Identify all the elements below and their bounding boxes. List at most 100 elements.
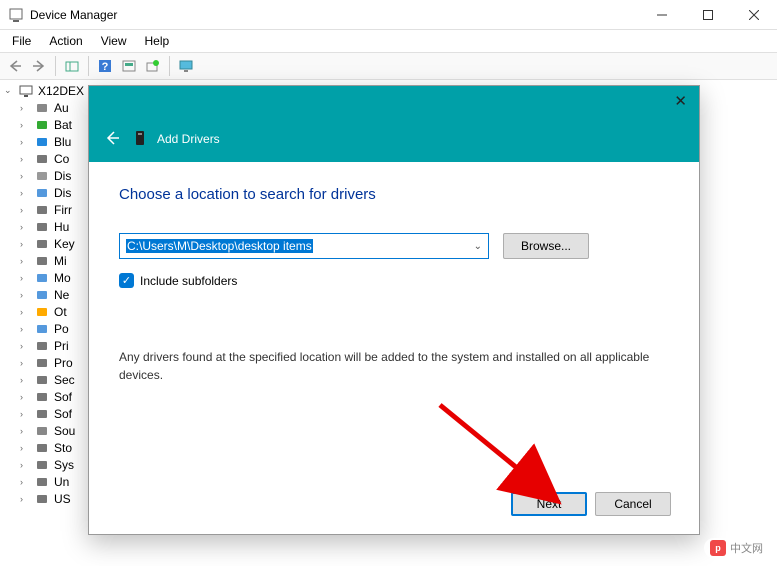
title-bar: Device Manager [0,0,777,30]
tree-item-label: Un [54,475,69,489]
system-icon [34,457,50,473]
watermark-text: 中文网 [730,540,763,556]
dialog-title: Add Drivers [157,132,220,146]
chevron-right-icon: › [20,120,32,130]
chevron-right-icon: › [20,426,32,436]
svg-text:?: ? [102,61,109,73]
chevron-right-icon: › [20,477,32,487]
toolbar-showhide-button[interactable] [61,55,83,77]
tree-item-label: Blu [54,135,71,149]
dialog-titlebar: ✕ [89,86,699,116]
chevron-down-icon[interactable]: ⌄ [474,241,482,252]
menu-bar: File Action View Help [0,30,777,52]
driver-icon [133,130,149,149]
cancel-button[interactable]: Cancel [595,492,671,516]
watermark: p 中文网 [704,538,769,558]
tree-item-label: Sof [54,407,72,421]
menu-file[interactable]: File [4,32,39,50]
chevron-right-icon: › [20,392,32,402]
include-subfolders-label: Include subfolders [140,274,237,288]
sound-icon [34,423,50,439]
hid-icon [34,219,50,235]
toolbar-scan-button[interactable] [118,55,140,77]
toolbar-update-button[interactable] [142,55,164,77]
path-value: C:\Users\M\Desktop\desktop items [126,239,313,253]
chevron-right-icon: › [20,443,32,453]
help-button[interactable]: ? [94,55,116,77]
info-text: Any drivers found at the specified locat… [119,348,669,384]
chevron-right-icon: › [20,290,32,300]
tree-item-label: Sou [54,424,75,438]
chevron-right-icon: › [20,460,32,470]
chevron-right-icon: › [20,256,32,266]
mouse-icon [34,253,50,269]
tree-item-label: Sec [54,373,75,387]
computer-icon [34,151,50,167]
printqueue-icon [34,338,50,354]
chevron-right-icon: › [20,324,32,334]
monitor-icon [34,270,50,286]
tree-item-label: Dis [54,169,71,183]
close-button[interactable] [731,0,777,30]
tree-item-label: Mo [54,271,71,285]
bluetooth-icon [34,134,50,150]
toolbar-monitor-button[interactable] [175,55,197,77]
port-icon [34,321,50,337]
usb-icon [34,474,50,490]
menu-view[interactable]: View [93,32,135,50]
window-title: Device Manager [30,8,639,22]
add-drivers-dialog: ✕ Add Drivers Choose a location to searc… [88,85,700,535]
dialog-back-button[interactable] [103,129,121,150]
forward-button[interactable] [28,55,50,77]
tree-item-label: Hu [54,220,69,234]
chevron-right-icon: › [20,358,32,368]
chevron-right-icon: › [20,154,32,164]
chevron-right-icon: › [20,137,32,147]
network-icon [34,287,50,303]
security-icon [34,372,50,388]
audio-icon [34,100,50,116]
chevron-down-icon: ⌄ [4,85,16,96]
tree-item-label: Pro [54,356,73,370]
chevron-right-icon: › [20,307,32,317]
tree-item-label: US [54,492,71,506]
chevron-right-icon: › [20,239,32,249]
dialog-heading: Choose a location to search for drivers [119,186,669,203]
tree-item-label: Dis [54,186,71,200]
tree-root-label: X12DEX [38,84,84,98]
display-icon [34,185,50,201]
chevron-right-icon: › [20,494,32,504]
dialog-close-button[interactable]: ✕ [674,92,687,110]
processor-icon [34,355,50,371]
php-logo-icon: p [710,540,726,556]
chevron-right-icon: › [20,188,32,198]
chevron-right-icon: › [20,273,32,283]
usb-icon [34,491,50,507]
next-button[interactable]: Next [511,492,587,516]
tree-item-label: Sto [54,441,72,455]
keyboard-icon [34,236,50,252]
maximize-button[interactable] [685,0,731,30]
tree-item-label: Co [54,152,69,166]
chevron-right-icon: › [20,409,32,419]
back-button[interactable] [4,55,26,77]
browse-button[interactable]: Browse... [503,233,589,259]
dialog-header: Add Drivers [89,116,699,162]
include-subfolders-checkbox[interactable]: ✓ [119,273,134,288]
tree-item-label: Firr [54,203,72,217]
menu-action[interactable]: Action [41,32,90,50]
storage-icon [34,440,50,456]
tree-item-label: Au [54,101,69,115]
chevron-right-icon: › [20,341,32,351]
battery-icon [34,117,50,133]
menu-help[interactable]: Help [137,32,178,50]
disk-icon [34,168,50,184]
other-icon [34,304,50,320]
minimize-button[interactable] [639,0,685,30]
path-combobox[interactable]: C:\Users\M\Desktop\desktop items ⌄ [119,233,489,259]
chevron-right-icon: › [20,375,32,385]
toolbar: ? [0,52,777,80]
app-icon [8,7,24,23]
tree-item-label: Mi [54,254,67,268]
tree-item-label: Sof [54,390,72,404]
